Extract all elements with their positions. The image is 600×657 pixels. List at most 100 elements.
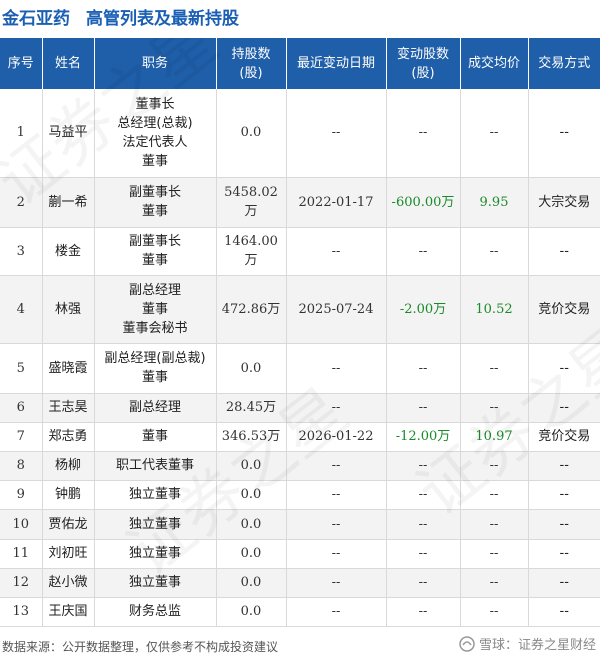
title-line: 董事 [141, 370, 168, 385]
title-line: 总经理(总裁) [117, 115, 193, 131]
trade-method: -- [528, 597, 600, 627]
executive-name: 蒯一希 [42, 177, 95, 228]
title-bar: 金石亚药 高管列表及最新持股 [2, 2, 239, 30]
executive-name: 郑志勇 [42, 422, 95, 452]
trade-method: -- [528, 393, 600, 423]
title-line: 副总经理 [128, 282, 181, 298]
shares-held: 472.86万 [216, 275, 287, 344]
change-date: -- [286, 89, 387, 178]
table-row: 13 王庆国 财务总监 0.0 -- -- -- -- [0, 597, 600, 627]
executive-name: 楼金 [42, 227, 95, 276]
trade-method: -- [528, 568, 600, 598]
table-row: 4 林强 副总经理董事董事会秘书 472.86万 2025-07-24 -2.00万 10.… [0, 275, 600, 344]
brand-text: 雪球：证券之星财经 [478, 638, 596, 653]
title-line: 财务总监 [128, 604, 181, 619]
row-number: 4 [0, 275, 43, 344]
trade-method: -- [528, 227, 600, 276]
table-row: 2 蒯一希 副董事长 董事 5458.02万 2022-01-17 -600.00万 9.95… [0, 177, 600, 228]
change-date: -- [286, 227, 387, 276]
title-line: 董事 [141, 301, 168, 317]
executive-titles: 独立董事 [94, 480, 217, 510]
avg-price: -- [460, 597, 529, 627]
trade-method: 竞价交易 [528, 422, 600, 452]
executive-titles: 独立董事 [94, 568, 217, 598]
avg-price: -- [460, 509, 529, 540]
row-number: 7 [0, 422, 43, 452]
row-number: 1 [0, 89, 43, 178]
change-date: -- [286, 568, 387, 598]
executive-titles: 董事长 总经理(总裁) 法定代表人 董事 [94, 89, 217, 178]
change-date: -- [286, 597, 387, 627]
row-number: 10 [0, 509, 43, 540]
title-line: 职工代表董事 [115, 458, 194, 473]
avg-price: 10.52 [460, 275, 529, 344]
title-line: 董事 [141, 204, 168, 219]
company-name: 金石亚药 [2, 8, 70, 29]
shares-held: 0.0 [216, 568, 287, 598]
table-row: 10 贾佑龙 独立董事 0.0 -- -- -- -- [0, 509, 600, 540]
executive-name: 盛晓霞 [42, 343, 95, 394]
change-shares: -- [386, 568, 461, 598]
trade-method: 大宗交易 [528, 177, 600, 228]
table-row: 5 盛晓霞 副总经理(副总裁) 董事 0.0 -- -- -- -- [0, 343, 600, 394]
executive-titles: 董事 [94, 422, 217, 452]
title-line: 副董事长 [128, 185, 181, 200]
trade-method: -- [528, 539, 600, 569]
executive-name: 刘初旺 [42, 539, 95, 569]
row-number: 2 [0, 177, 43, 228]
trade-method: 竞价交易 [528, 275, 600, 344]
executive-name: 赵小微 [42, 568, 95, 598]
table-body: 1 马益平 董事长 总经理(总裁) 法定代表人 董事 0.0 -- -- -- -- 2 蒯一希 副董事长… [0, 89, 600, 627]
title-line: 董事 [141, 429, 168, 444]
change-date: 2025-07-24 [286, 275, 387, 344]
change-shares: -- [386, 227, 461, 276]
table-row: 11 刘初旺 独立董事 0.0 -- -- -- -- [0, 539, 600, 569]
avg-price: -- [460, 480, 529, 510]
row-number: 12 [0, 568, 43, 598]
brand-footer: 雪球：证券之星财经 [459, 634, 596, 653]
row-number: 6 [0, 393, 43, 423]
shares-held: 28.45万 [216, 393, 287, 423]
executive-titles: 副董事长 董事 [94, 227, 217, 276]
trade-method: -- [528, 480, 600, 510]
row-number: 3 [0, 227, 43, 276]
data-source-note: 数据来源：公开数据整理，仅供参考不构成投资建议 [2, 640, 279, 654]
change-date: -- [286, 509, 387, 540]
column-header: 职务 [94, 38, 217, 89]
executive-titles: 职工代表董事 [94, 451, 217, 481]
change-date: 2026-01-22 [286, 422, 387, 452]
column-header: 交易方式 [528, 38, 600, 89]
shares-held: 346.53万 [216, 422, 287, 452]
change-shares: -2.00万 [386, 275, 461, 344]
avg-price: -- [460, 393, 529, 423]
shares-held: 1464.00万 [216, 227, 287, 276]
avg-price: -- [460, 451, 529, 481]
executive-titles: 副董事长 董事 [94, 177, 217, 228]
executive-name: 马益平 [42, 89, 95, 178]
title-line: 董事会秘书 [122, 320, 188, 336]
shares-held: 0.0 [216, 597, 287, 627]
trade-method: -- [528, 509, 600, 540]
title-line: 独立董事 [128, 516, 181, 532]
trade-method: -- [528, 89, 600, 178]
title-line: 副总经理(副总裁) [104, 351, 206, 366]
title-line: 董事 [141, 253, 168, 268]
executive-titles: 独立董事 [94, 509, 217, 540]
column-header: 持股数 (股) [216, 38, 287, 89]
executive-name: 贾佑龙 [42, 509, 95, 540]
change-shares: -- [386, 597, 461, 627]
executive-name: 杨柳 [42, 451, 95, 481]
column-header: 变动股数 (股) [386, 38, 461, 89]
avg-price: -- [460, 539, 529, 569]
shares-held: 0.0 [216, 539, 287, 569]
title-line: 独立董事 [128, 575, 181, 590]
shares-held: 0.0 [216, 343, 287, 394]
executive-name: 林强 [42, 275, 95, 344]
row-number: 5 [0, 343, 43, 394]
trade-method: -- [528, 343, 600, 394]
table-row: 6 王志昊 副总经理 28.45万 -- -- -- -- [0, 393, 600, 423]
title-line: 副总经理 [128, 400, 181, 415]
row-number: 13 [0, 597, 43, 627]
column-header: 序号 [0, 38, 43, 89]
change-shares: -12.00万 [386, 422, 461, 452]
